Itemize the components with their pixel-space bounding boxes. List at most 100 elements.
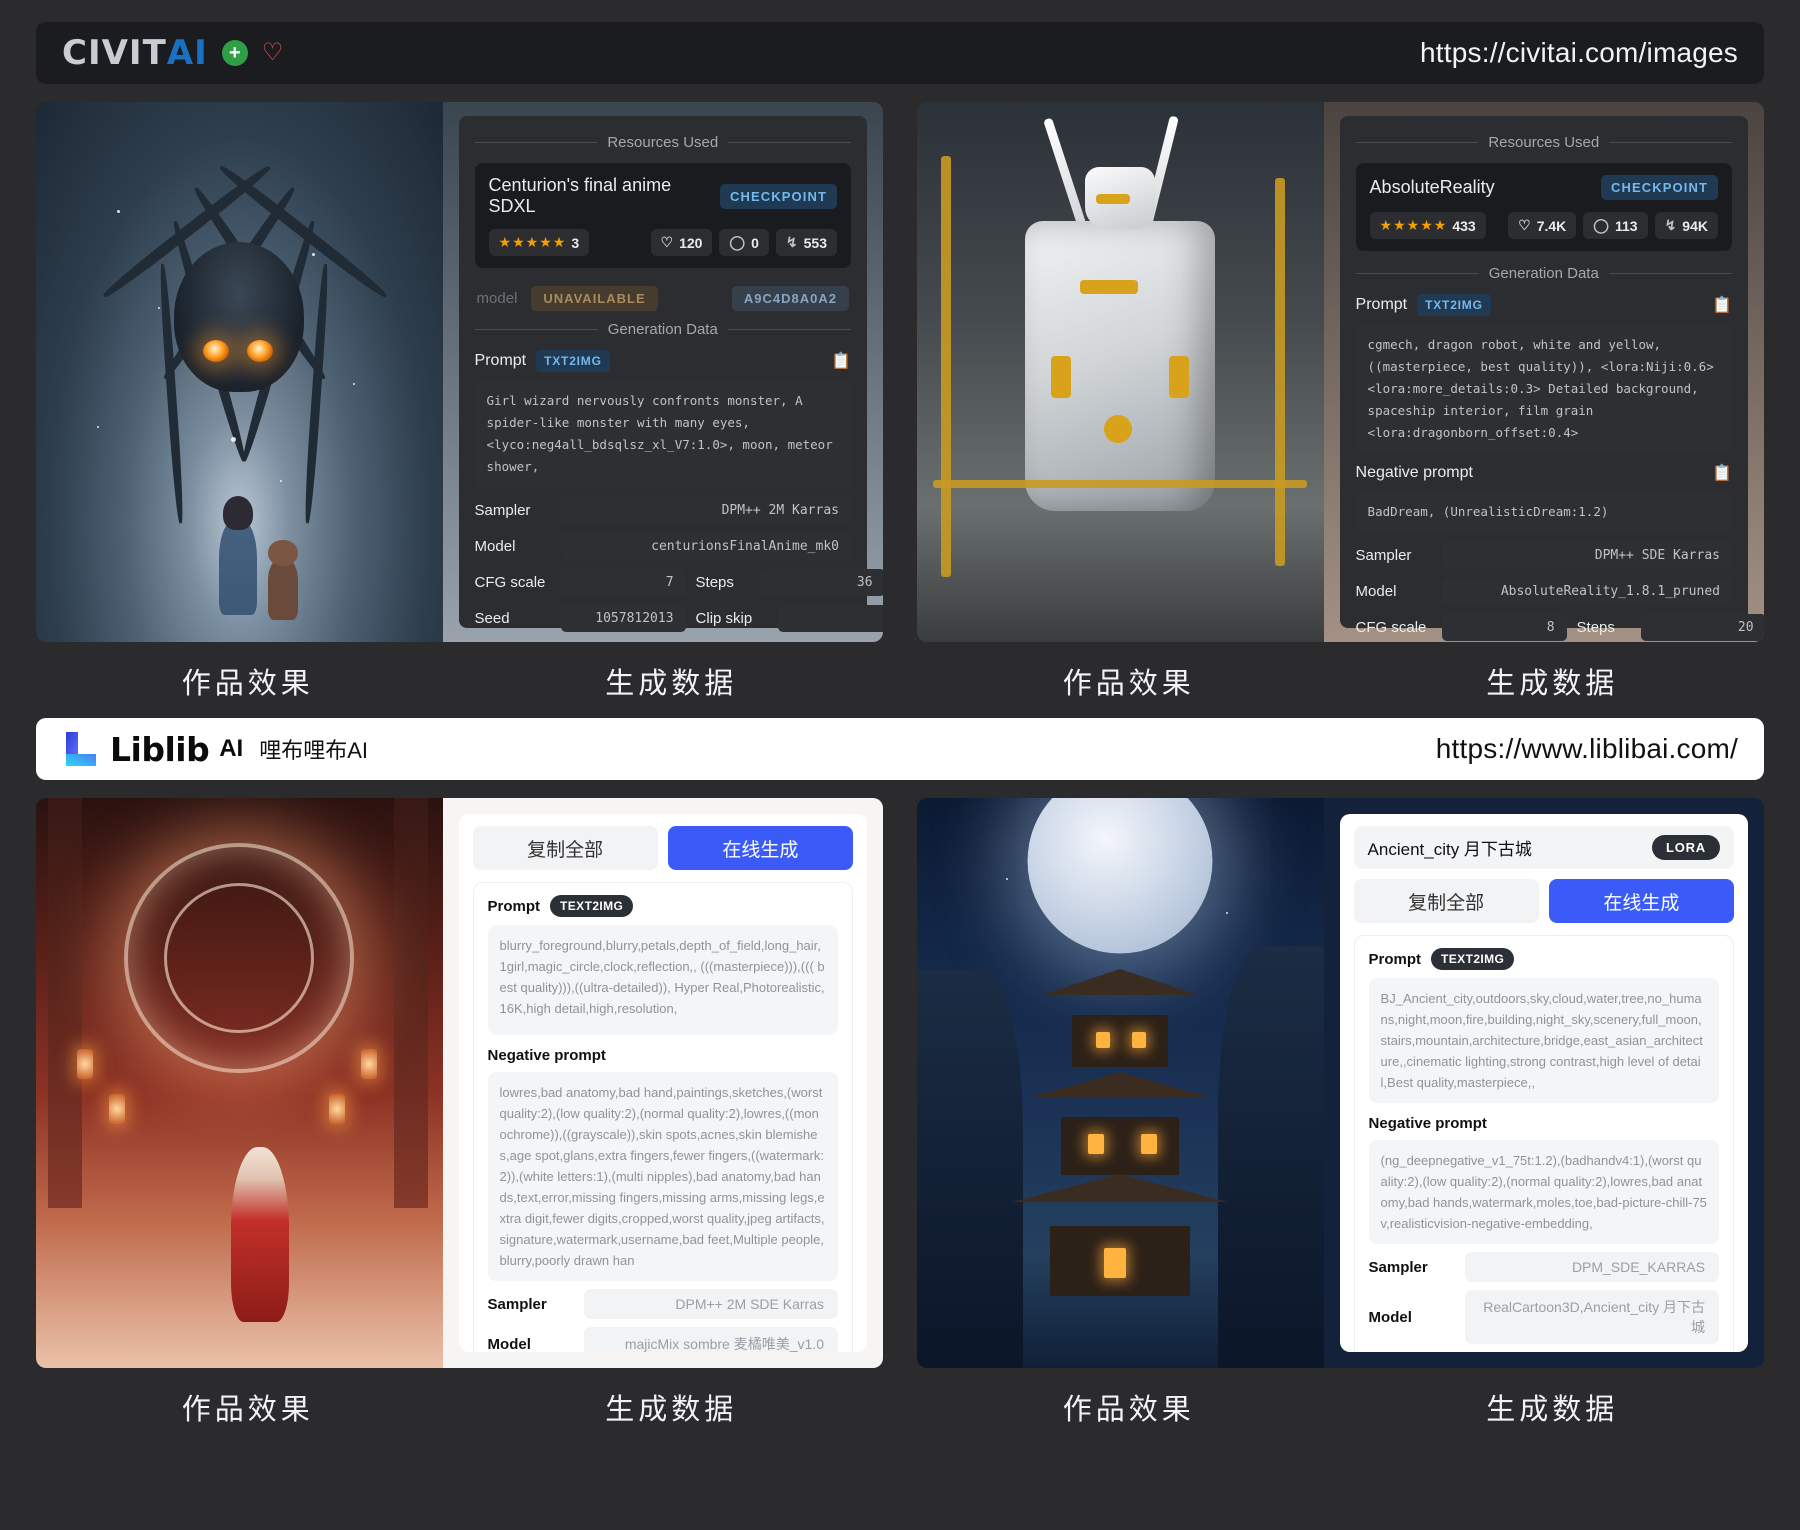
cfg-label: CFG scale [475,574,551,591]
checkpoint-badge: CHECKPOINT [1601,175,1718,200]
model-row: Model majicMix sombre 麦橘唯美_v1.0 [488,1327,838,1352]
txt2img-tag: TXT2IMG [536,350,610,372]
seed-clip-row: Seed 1057812013 Clip skip 2 [475,605,851,632]
prompt-label: Prompt [1356,296,1408,314]
prompt-text: BJ_Ancient_city,outdoors,sky,cloud,water… [1369,978,1719,1103]
likes-count: 7.4K [1537,218,1567,234]
likes-stat: ♡ 120 [651,229,713,256]
liblib-cell-2: Ancient_city 月下古城 LORA 复制全部 在线生成 Prompt [917,798,1764,1428]
artwork-spider[interactable] [36,102,443,642]
liblib-wordmark: Liblib [110,730,209,769]
negative-prompt-label: Negative prompt [1356,464,1473,482]
likes-stat: ♡ 7.4K [1508,212,1576,239]
captions-2: 作品效果 生成数据 [917,660,1764,702]
model-row: Model centurionsFinalAnime_mk0 [475,533,851,560]
sampler-value: DPM_SDE_KARRAS [1465,1252,1719,1282]
negative-prompt-text: (ng_deepnegative_v1_75t:1.2),(badhandv4:… [1369,1140,1719,1244]
unavailable-resource-row: model UNAVAILABLE A9C4D8A0A2 [475,280,851,317]
txt2img-tag: TXT2IMG [1417,294,1491,316]
prompt-text: blurry_foreground,blurry,petals,depth_of… [488,925,838,1035]
star-icon: ★★★★★ [1380,217,1448,234]
model-label: Model [488,1336,574,1352]
copy-icon[interactable]: 📋 [1712,295,1732,315]
cfg-value: 7 [561,569,686,596]
downloads-stat: ↯94K [1655,212,1718,239]
resource-card-1[interactable]: Centurion's final anime SDXL CHECKPOINT … [475,163,851,268]
seed-label: Seed [475,610,551,627]
checkpoint-badge: CHECKPOINT [720,184,837,209]
liblib-wordmark-ai: AI [219,735,243,763]
star-icon: ★★★★★ [499,234,567,251]
caption-artwork: 作品效果 [917,1386,1341,1428]
copy-icon[interactable]: 📋 [831,351,851,371]
liblib-brand[interactable]: Liblib AI 哩布哩布AI [62,730,368,769]
comments-stat: ◯113 [1583,212,1647,239]
rating-count: 3 [571,235,579,251]
civitai-brand[interactable]: CIVITAI + ♡ [62,33,283,73]
model-row: Model RealCartoon3D,Ancient_city 月下古城 [1369,1290,1719,1344]
liblib-pair-1: 复制全部 在线生成 Prompt TEXT2IMG blurry_foregro… [36,798,883,1368]
lora-name: Ancient_city 月下古城 [1368,835,1532,860]
copy-all-button[interactable]: 复制全部 [1354,879,1539,923]
negative-prompt-label: Negative prompt [488,1047,838,1064]
model-value: centurionsFinalAnime_mk0 [561,533,851,560]
liblib-generation-panel-1: 复制全部 在线生成 Prompt TEXT2IMG blurry_foregro… [443,798,883,1368]
download-icon: ↯ [1665,217,1677,234]
caption-generation: 生成数据 [460,1386,884,1428]
model-hash: A9C4D8A0A2 [732,286,849,311]
caption-artwork: 作品效果 [917,660,1341,702]
prompt-label: Prompt [1369,951,1422,968]
comment-icon: ◯ [729,234,745,251]
plus-icon[interactable]: + [222,40,248,66]
negative-prompt-label: Negative prompt [1369,1115,1719,1132]
civitai-generation-panel-2: Resources Used AbsoluteReality CHECKPOIN… [1324,102,1764,642]
liblib-cell-1: 复制全部 在线生成 Prompt TEXT2IMG blurry_foregro… [36,798,883,1428]
liblib-url[interactable]: https://www.liblibai.com/ [1436,733,1738,765]
liblib-logo-icon [62,730,100,768]
sampler-value: DPM++ SDE Karras [1442,542,1732,569]
likes-count: 120 [679,235,702,251]
heart-icon: ♡ [1518,217,1531,234]
sampler-value: DPM++ 2M Karras [561,497,851,524]
download-icon: ↯ [786,234,798,251]
generation-label: Generation Data [1489,265,1599,282]
copy-icon[interactable]: 📋 [1712,463,1732,483]
downloads-stat: ↯ 553 [776,229,837,256]
unavailable-badge: UNAVAILABLE [531,286,657,311]
heart-icon[interactable]: ♡ [262,41,284,65]
comment-icon: ◯ [1593,217,1609,234]
caption-artwork: 作品效果 [36,660,460,702]
civitai-pair-1: Resources Used Centurion's final anime S… [36,102,883,642]
liblib-data-card-1: Prompt TEXT2IMG blurry_foreground,blurry… [473,882,853,1352]
sampler-row: Sampler DPM_SDE_KARRAS [1369,1252,1719,1282]
comments-count: 0 [751,235,759,251]
prompt-label: Prompt [475,352,527,370]
artwork-moon-pagoda[interactable] [917,798,1324,1368]
caption-artwork: 作品效果 [36,1386,460,1428]
artwork-mecha[interactable] [917,102,1324,642]
sampler-label: Sampler [488,1296,574,1313]
sampler-label: Sampler [475,502,551,519]
civitai-url[interactable]: https://civitai.com/images [1420,37,1738,69]
resource-card-2[interactable]: AbsoluteReality CHECKPOINT ★★★★★ 433 [1356,163,1732,251]
online-generate-button[interactable]: 在线生成 [1549,879,1734,923]
cfg-steps-row: CFG scale 8 Steps 20 [1356,614,1732,641]
artwork-red-dress[interactable] [36,798,443,1368]
sampler-row: Sampler DPM++ SDE Karras [1356,542,1732,569]
copy-all-button[interactable]: 复制全部 [473,826,658,870]
heart-icon: ♡ [661,234,674,251]
prompt-header-2: Prompt TXT2IMG 📋 [1356,294,1732,316]
civitai-generation-panel-1: Resources Used Centurion's final anime S… [443,102,883,642]
model-label: Model [1369,1309,1455,1326]
liblib-grid: 复制全部 在线生成 Prompt TEXT2IMG blurry_foregro… [36,798,1764,1428]
online-generate-button[interactable]: 在线生成 [668,826,853,870]
sampler-value: DPM++ 2M SDE Karras [584,1289,838,1319]
liblib-data-card-2: Prompt TEXT2IMG BJ_Ancient_city,outdoors… [1354,935,1734,1352]
negative-prompt-header: Negative prompt 📋 [1356,463,1732,483]
lora-resource-row[interactable]: Ancient_city 月下古城 LORA [1354,826,1734,869]
downloads-count: 553 [804,235,827,251]
cfg-steps-row: CFG scale 7 Steps 36 [475,569,851,596]
captions-3: 作品效果 生成数据 [36,1386,883,1428]
negative-prompt-text: lowres,bad anatomy,bad hand,paintings,sk… [488,1072,838,1281]
model-label: Model [475,538,551,555]
